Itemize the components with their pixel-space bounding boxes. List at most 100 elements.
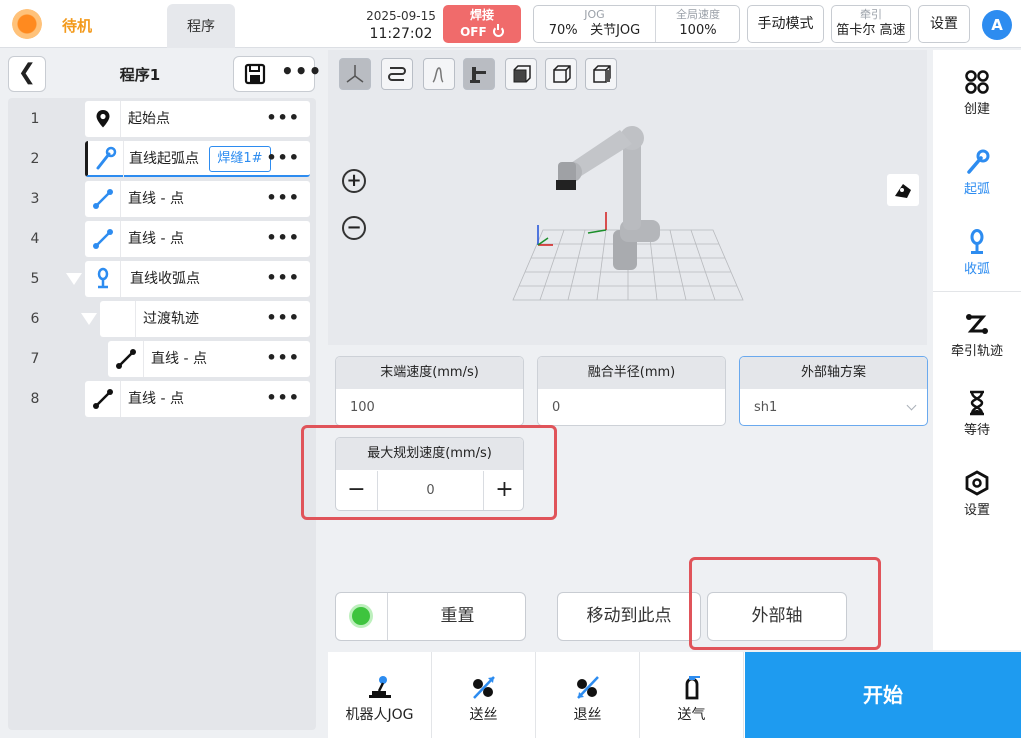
- sidebar-divider: [933, 291, 1021, 292]
- feed-wire-button[interactable]: 送丝: [432, 652, 536, 738]
- end-speed-input[interactable]: 100: [336, 389, 523, 425]
- program-row-start-point[interactable]: 起始点 •••: [85, 101, 310, 137]
- collapse-triangle-icon[interactable]: [66, 273, 82, 285]
- robot-3d-viewport[interactable]: + −: [328, 50, 927, 345]
- sidebar-item-arc-end[interactable]: 收弧: [933, 228, 1021, 277]
- row-label: 直线 - 点: [128, 391, 184, 407]
- traction-value: 笛卡尔 高速: [836, 23, 906, 38]
- more-menu-icon[interactable]: •••: [281, 59, 322, 83]
- zoom-in-icon[interactable]: +: [342, 169, 366, 193]
- start-button[interactable]: 开始: [745, 652, 1021, 738]
- manual-mode-button[interactable]: 手动模式: [747, 5, 824, 43]
- robot-head-icon: [895, 184, 911, 198]
- zoom-out-icon[interactable]: −: [342, 216, 366, 240]
- view-cube-top-button[interactable]: [545, 58, 577, 90]
- retract-wire-label: 退丝: [573, 707, 602, 723]
- hourglass-icon: [970, 390, 984, 416]
- path-view-icon: [388, 67, 406, 81]
- tab-program[interactable]: 程序: [167, 4, 235, 48]
- more-icon[interactable]: •••: [266, 301, 300, 335]
- gas-button[interactable]: 送气: [640, 652, 744, 738]
- robot-jog-button[interactable]: 机器人JOG: [328, 652, 432, 738]
- cube-side-icon: [593, 65, 611, 83]
- settings-button[interactable]: 设置: [918, 5, 970, 43]
- view-cube-side-button[interactable]: [585, 58, 617, 90]
- jog-header: JOG: [584, 8, 605, 21]
- jog-speed-panel[interactable]: JOG 70% 关节JOG 全局速度 100%: [533, 5, 740, 43]
- view-path-button[interactable]: [381, 58, 413, 90]
- cube-front-icon: [513, 65, 531, 83]
- row-number: 3: [30, 191, 40, 207]
- row-number: 6: [30, 311, 40, 327]
- date-text: 2025-09-15: [366, 9, 436, 23]
- program-row-line-point[interactable]: 直线 - 点 •••: [85, 181, 310, 217]
- arc-end-icon: [970, 229, 984, 254]
- view-cube-front-button[interactable]: [505, 58, 537, 90]
- weld-seam-tag[interactable]: 焊缝1#: [209, 146, 271, 172]
- joystick-icon: [368, 676, 391, 698]
- weld-toggle-button[interactable]: 焊接 OFF: [443, 5, 521, 43]
- cube-top-icon: [553, 65, 571, 83]
- sidebar-item-label: 起弧: [963, 182, 990, 197]
- row-label: 直线 - 点: [128, 231, 184, 247]
- more-icon[interactable]: •••: [266, 141, 300, 175]
- traction-header: 牵引: [860, 8, 882, 21]
- traction-mode-button[interactable]: 牵引 笛卡尔 高速: [831, 5, 911, 43]
- program-row-transition[interactable]: 过渡轨迹 •••: [100, 301, 310, 337]
- axes-view-icon: [346, 65, 364, 83]
- sidebar-item-settings[interactable]: 设置: [933, 469, 1021, 518]
- program-row-line-point[interactable]: 直线 - 点 •••: [85, 221, 310, 257]
- line-point-icon: [93, 229, 113, 249]
- row-label: 直线起弧点: [129, 151, 199, 167]
- back-button[interactable]: ❮: [8, 56, 46, 92]
- sidebar-item-wait[interactable]: 等待: [933, 389, 1021, 438]
- more-icon[interactable]: •••: [266, 341, 300, 375]
- save-icon[interactable]: [244, 63, 266, 85]
- move-to-point-button[interactable]: 移动到此点: [557, 592, 701, 641]
- more-icon[interactable]: •••: [266, 261, 300, 295]
- end-speed-field[interactable]: 末端速度(mm/s) 100: [335, 356, 524, 426]
- gas-label: 送气: [677, 707, 706, 723]
- end-speed-label: 末端速度(mm/s): [336, 357, 523, 389]
- sidebar-item-traction-path[interactable]: 牵引轨迹: [933, 310, 1021, 359]
- curve-view-icon: [432, 67, 444, 83]
- chevron-down-icon: [906, 400, 917, 411]
- status-indicator: [336, 593, 388, 640]
- chevron-left-icon: ❮: [17, 60, 37, 85]
- view-axes-button[interactable]: [339, 58, 371, 90]
- weld-label: 焊接: [469, 8, 494, 22]
- blend-radius-input[interactable]: 0: [538, 389, 725, 425]
- sidebar-item-create[interactable]: 创建: [933, 68, 1021, 117]
- program-row-arc-end[interactable]: 直线收弧点 •••: [85, 261, 310, 297]
- more-icon[interactable]: •••: [266, 221, 300, 255]
- sidebar-item-arc-start[interactable]: 起弧: [933, 148, 1021, 197]
- view-curve-button[interactable]: [423, 58, 455, 90]
- row-label: 直线收弧点: [130, 271, 200, 287]
- robot-arm-view-icon: [470, 67, 486, 83]
- external-axis-scheme-select[interactable]: 外部轴方案 sh1: [739, 356, 928, 426]
- collapse-triangle-icon[interactable]: [81, 313, 97, 325]
- more-icon[interactable]: •••: [266, 181, 300, 215]
- more-icon[interactable]: •••: [266, 101, 300, 135]
- retract-wire-icon: [576, 676, 599, 699]
- robot-home-button[interactable]: [887, 174, 919, 206]
- row-label: 起始点: [128, 111, 170, 127]
- status-logo-icon: [12, 9, 42, 39]
- reset-button[interactable]: 重置: [335, 592, 526, 641]
- program-actions: •••: [233, 56, 321, 92]
- view-robot-button[interactable]: [463, 58, 495, 90]
- retract-wire-button[interactable]: 退丝: [536, 652, 640, 738]
- program-row-line-point[interactable]: 直线 - 点 •••: [108, 341, 310, 377]
- program-row-arc-start-selected[interactable]: 直线起弧点 焊缝1# •••: [85, 141, 310, 177]
- avatar[interactable]: A: [982, 10, 1012, 40]
- arc-start-icon: [96, 146, 117, 170]
- traction-path-icon: [966, 314, 988, 334]
- more-icon[interactable]: •••: [266, 381, 300, 415]
- time-text: 11:27:02: [369, 26, 433, 42]
- row-number: 7: [30, 351, 40, 367]
- program-row-line-point[interactable]: 直线 - 点 •••: [85, 381, 310, 417]
- highlight-box-external-axis: [689, 557, 881, 650]
- program-title: 程序1: [119, 66, 161, 84]
- blend-radius-field[interactable]: 融合半径(mm) 0: [537, 356, 726, 426]
- external-axis-scheme-label: 外部轴方案: [740, 357, 927, 389]
